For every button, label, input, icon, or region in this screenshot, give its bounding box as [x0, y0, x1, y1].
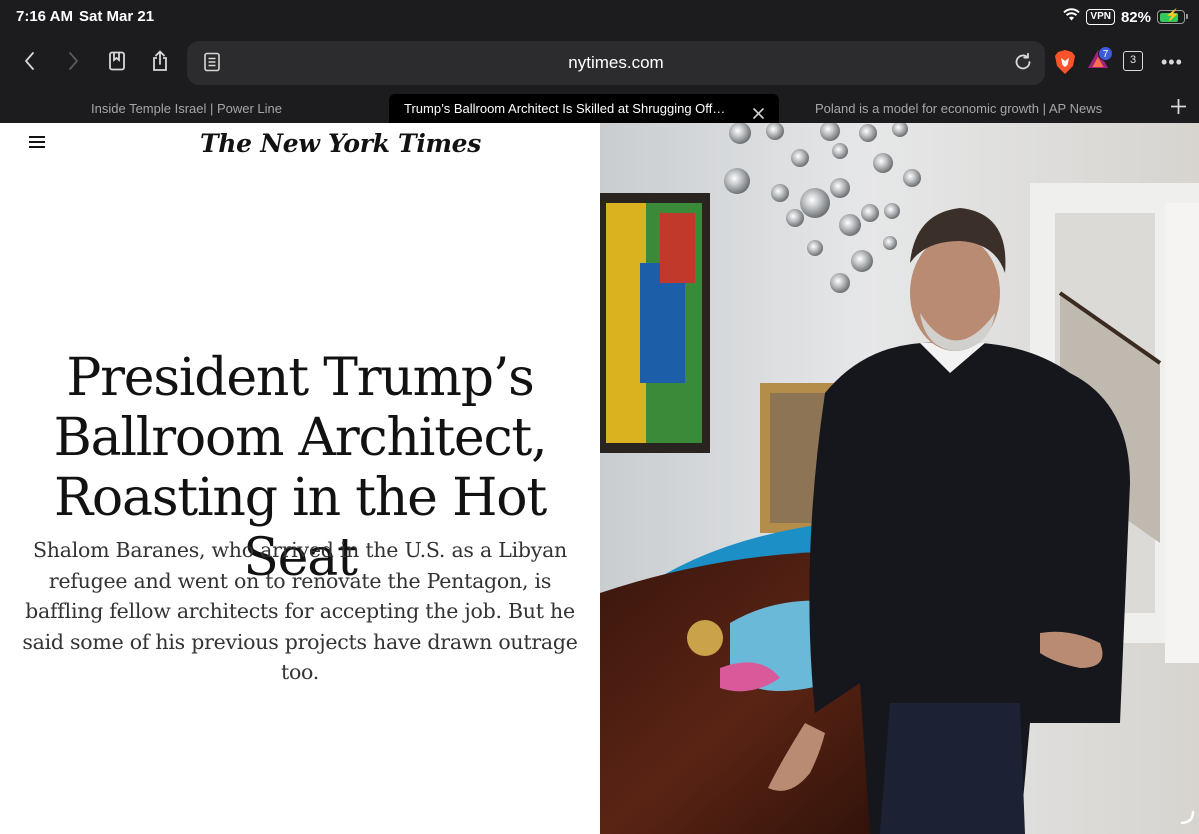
- chevron-right-icon: [66, 51, 80, 76]
- url-text: nytimes.com: [568, 53, 664, 72]
- share-icon: [151, 50, 169, 77]
- tab-ap-news[interactable]: Poland is a model for economic growth | …: [815, 94, 1155, 123]
- bookmarks-button[interactable]: [104, 50, 130, 76]
- chevron-left-icon: [23, 51, 37, 76]
- close-tab-icon[interactable]: [752, 101, 765, 123]
- portrait-photo: [600, 123, 1199, 834]
- status-time: 7:16 AM: [16, 8, 73, 25]
- bookmark-icon: [108, 51, 126, 76]
- forward-button[interactable]: [60, 50, 86, 76]
- address-bar[interactable]: nytimes.com: [187, 41, 1045, 85]
- battery-icon: ⚡: [1157, 8, 1188, 24]
- article-summary: Shalom Baranes, who arrived in the U.S. …: [22, 538, 578, 684]
- brave-shields-icon[interactable]: [1054, 49, 1076, 80]
- browser-toolbar: nytimes.com 7 3 •••: [0, 34, 1199, 92]
- rewards-count-badge: 7: [1098, 46, 1113, 61]
- menu-icon[interactable]: [29, 136, 45, 148]
- nyt-masthead-logo[interactable]: The New York Times: [200, 129, 481, 158]
- more-options-icon[interactable]: •••: [1161, 53, 1183, 71]
- wifi-icon: [1063, 8, 1081, 26]
- status-date: Sat Mar 21: [79, 8, 155, 25]
- tab-label: Inside Temple Israel | Power Line: [91, 101, 283, 116]
- resize-corner-icon[interactable]: [1179, 809, 1195, 830]
- charging-bolt-icon: ⚡: [1165, 8, 1180, 22]
- share-button[interactable]: [147, 50, 173, 76]
- new-tab-button[interactable]: [1170, 98, 1187, 120]
- vpn-badge: VPN: [1086, 9, 1115, 25]
- web-content: The New York Times President Trump’s Bal…: [0, 123, 1199, 834]
- tab-label: Poland is a model for economic growth | …: [815, 101, 1103, 116]
- battery-percent: 82%: [1120, 8, 1151, 26]
- tab-nytimes-active[interactable]: Trump’s Ballroom Architect Is Skilled at…: [389, 94, 779, 123]
- back-button[interactable]: [17, 50, 43, 76]
- status-bar: 7:16 AM Sat Mar 21 VPN 82% ⚡: [0, 0, 1199, 34]
- tab-label: Trump’s Ballroom Architect Is Skilled at…: [404, 101, 726, 116]
- reload-icon[interactable]: [1013, 52, 1033, 77]
- tab-strip: Inside Temple Israel | Power Line Trump’…: [0, 92, 1199, 123]
- tab-power-line[interactable]: Inside Temple Israel | Power Line: [91, 94, 381, 123]
- status-indicators: VPN 82% ⚡: [1063, 6, 1188, 28]
- tab-switcher-button[interactable]: 3: [1123, 51, 1143, 71]
- article-photo: [600, 123, 1199, 834]
